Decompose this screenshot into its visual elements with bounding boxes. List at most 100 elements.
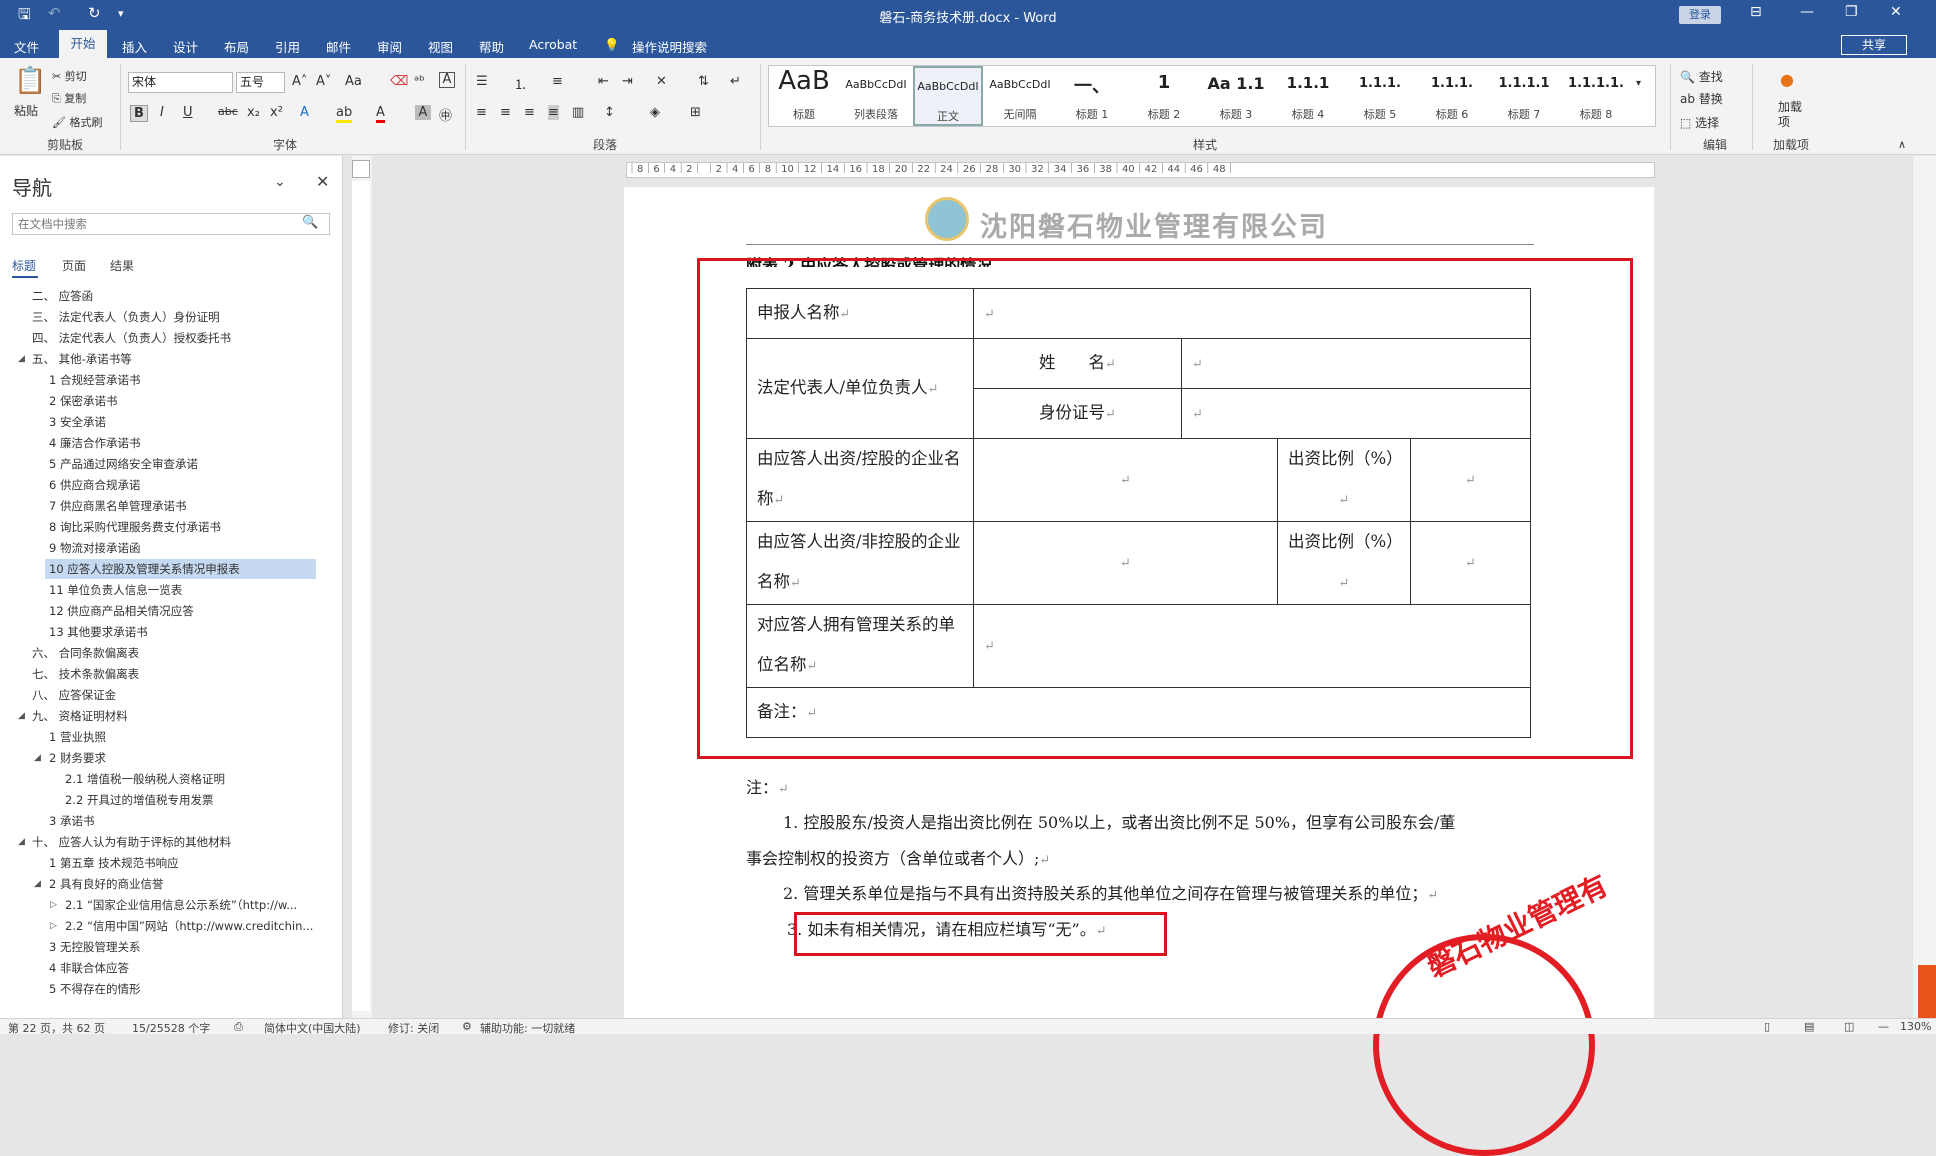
multilevel-list-icon[interactable]: ≡ [552, 74, 563, 89]
superscript-icon[interactable]: x² [270, 105, 283, 120]
sort-icon[interactable]: ⇅ [698, 74, 709, 89]
nav-heading[interactable]: 2.2 “信用中国”网站（http://www.creditchin... [65, 916, 315, 936]
style-heading-8[interactable]: 1.1.1.1. 标题 8 [1561, 66, 1631, 126]
bullets-icon[interactable]: ☰ [476, 74, 488, 89]
phonetic-guide-icon[interactable]: ᵃᵇ [414, 74, 425, 89]
nav-heading[interactable]: 7 供应商黑名单管理承诺书 [49, 496, 186, 516]
nav-heading[interactable]: 四、 法定代表人（负责人）授权委托书 [32, 328, 231, 348]
tab-layout[interactable]: 布局 [224, 37, 249, 56]
zoom-slider[interactable]: — [1878, 1020, 1889, 1033]
decrease-indent-icon[interactable]: ⇤ [598, 74, 609, 89]
style-title[interactable]: AaB 标题 [769, 66, 839, 126]
enclose-char-icon[interactable]: ㊥ [439, 105, 452, 124]
shrink-font-icon[interactable]: A˅ [316, 74, 331, 89]
close-icon[interactable]: ✕ [316, 172, 329, 191]
numbering-icon[interactable]: ⒈ [514, 74, 527, 93]
style-no-spacing[interactable]: AaBbCcDdI 无间隔 [985, 66, 1055, 126]
nav-heading[interactable]: 六、 合同条款偏离表 [32, 643, 139, 663]
nav-search-input[interactable]: 在文档中搜索 [12, 213, 330, 235]
minimize-icon[interactable]: — [1800, 4, 1814, 20]
style-heading-3[interactable]: Aa 1.1 标题 3 [1201, 66, 1271, 126]
text-effects-icon[interactable]: A [300, 105, 309, 120]
align-right-icon[interactable]: ≡ [524, 105, 535, 120]
highlight-icon[interactable]: ab [336, 105, 353, 123]
style-list-paragraph[interactable]: AaBbCcDdI 列表段落 [841, 66, 911, 126]
addin-icon[interactable]: ● [1780, 70, 1794, 89]
strikethrough-icon[interactable]: abc [218, 105, 238, 118]
close-icon[interactable]: ✕ [1890, 4, 1902, 20]
login-button[interactable]: 登录 [1679, 6, 1721, 24]
nav-heading[interactable]: 2.1 增值税一般纳税人资格证明 [65, 769, 225, 789]
nav-heading[interactable]: 2 财务要求 [49, 748, 106, 768]
nav-heading[interactable]: 5 产品通过网络安全审查承诺 [49, 454, 198, 474]
underline-icon[interactable]: U [183, 105, 193, 120]
read-mode-icon[interactable]: ▯ [1764, 1020, 1770, 1033]
style-heading-2[interactable]: 1 标题 2 [1129, 66, 1199, 126]
format-painter-button[interactable]: 🖌 格式刷 [52, 114, 102, 130]
increase-indent-icon[interactable]: ⇥ [622, 74, 633, 89]
nav-heading[interactable]: 11 单位负责人信息一览表 [49, 580, 182, 600]
expand-triangle-icon[interactable]: ▷ [50, 921, 57, 931]
collapse-triangle-icon[interactable]: ◢ [18, 711, 25, 721]
nav-heading[interactable]: 3 无控股管理关系 [49, 937, 140, 957]
tab-mailings[interactable]: 邮件 [326, 37, 351, 56]
addin-badge[interactable] [1918, 965, 1936, 1018]
select-button[interactable]: ⬚ 选择 [1680, 114, 1719, 131]
nav-heading[interactable]: 12 供应商产品相关情况应答 [49, 601, 194, 621]
restore-icon[interactable]: ❐ [1845, 4, 1858, 20]
italic-icon[interactable]: I [160, 105, 164, 120]
shading-icon[interactable]: ◈ [650, 105, 660, 120]
nav-heading[interactable]: 3 承诺书 [49, 811, 94, 831]
style-heading-5[interactable]: 1.1.1. 标题 5 [1345, 66, 1415, 126]
show-marks-icon[interactable]: ↵ [730, 74, 741, 89]
paste-button[interactable]: 粘贴 [14, 102, 38, 119]
change-case-icon[interactable]: Aa [345, 74, 362, 89]
zoom-level[interactable]: 130% [1900, 1020, 1931, 1033]
nav-heading[interactable]: 五、 其他-承诺书等 [32, 349, 132, 369]
cut-button[interactable]: ✂ 剪切 [52, 68, 87, 84]
bold-icon[interactable]: B [130, 105, 148, 122]
nav-heading[interactable]: 13 其他要求承诺书 [49, 622, 148, 642]
tab-file[interactable]: 文件 [14, 37, 39, 56]
borders-icon[interactable]: ⊞ [690, 105, 701, 120]
justify-icon[interactable]: ≡ [548, 105, 559, 120]
gallery-more-icon[interactable]: ▾ [1636, 78, 1641, 89]
tab-home[interactable]: 开始 [59, 30, 107, 58]
chinese-layout-icon[interactable]: ✕ [656, 74, 667, 89]
proofing-icon[interactable]: ⎙ [234, 1020, 243, 1034]
ribbon-display-icon[interactable]: ⊟ [1750, 4, 1762, 20]
nav-heading[interactable]: 八、 应答保证金 [32, 685, 116, 705]
style-normal[interactable]: AaBbCcDdI 正文 [913, 66, 983, 126]
nav-options-icon[interactable]: ⌄ [274, 174, 286, 190]
nav-heading[interactable]: 5 不得存在的情形 [49, 979, 140, 999]
tab-design[interactable]: 设计 [173, 37, 198, 56]
nav-heading[interactable]: 九、 资格证明材料 [32, 706, 128, 726]
find-button[interactable]: 🔍 查找 [1680, 68, 1723, 85]
nav-heading[interactable]: 4 非联合体应答 [49, 958, 129, 978]
font-color-icon[interactable]: A [376, 105, 385, 123]
collapse-triangle-icon[interactable]: ◢ [18, 354, 25, 364]
nav-heading[interactable]: 三、 法定代表人（负责人）身份证明 [32, 307, 220, 327]
nav-heading[interactable]: 4 廉洁合作承诺书 [49, 433, 140, 453]
nav-heading[interactable]: 1 营业执照 [49, 727, 106, 747]
clear-format-icon[interactable]: ⌫ [390, 74, 408, 89]
replace-button[interactable]: ab 替换 [1680, 90, 1723, 107]
nav-heading[interactable]: 1 第五章 技术规范书响应 [49, 853, 179, 873]
nav-heading[interactable]: 二、 应答函 [32, 286, 93, 306]
web-layout-icon[interactable]: ◫ [1844, 1020, 1854, 1033]
nav-heading[interactable]: 2.2 开具过的增值税专用发票 [65, 790, 213, 810]
tab-view[interactable]: 视图 [428, 37, 453, 56]
tab-selector[interactable] [352, 160, 370, 178]
collapse-triangle-icon[interactable]: ◢ [34, 879, 41, 889]
addin-button[interactable]: 加载项 [1778, 100, 1806, 130]
nav-heading[interactable]: 2 保密承诺书 [49, 391, 117, 411]
nav-heading[interactable]: 2 具有良好的商业信誉 [49, 874, 163, 894]
style-heading-4[interactable]: 1.1.1 标题 4 [1273, 66, 1343, 126]
collapse-triangle-icon[interactable]: ◢ [34, 753, 41, 763]
tab-headings[interactable]: 标题 [12, 257, 36, 274]
print-layout-icon[interactable]: ▤ [1804, 1020, 1814, 1033]
style-heading-1[interactable]: 一、 标题 1 [1057, 66, 1127, 126]
distributed-icon[interactable]: ▥ [572, 105, 584, 120]
nav-heading[interactable]: 3 安全承诺 [49, 412, 106, 432]
font-size-combo[interactable]: 五号 [236, 72, 285, 93]
